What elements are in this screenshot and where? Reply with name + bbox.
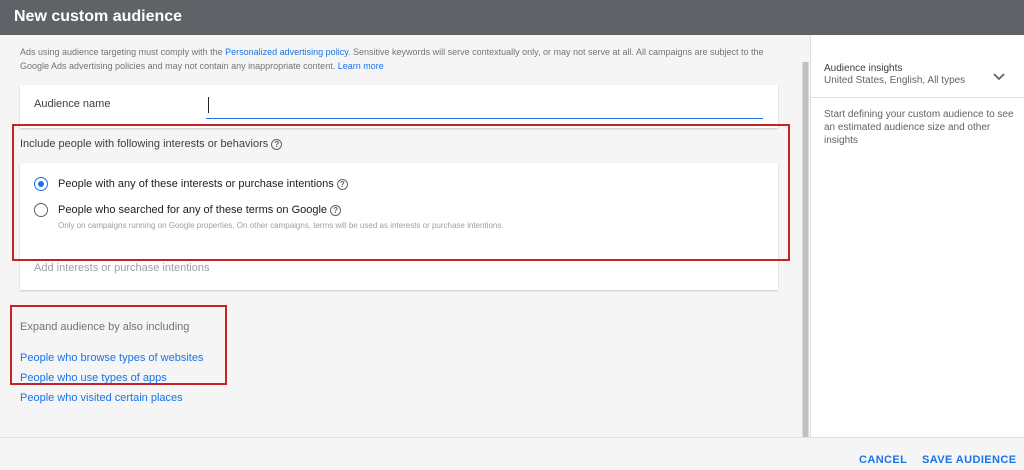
- audience-name-label: Audience name: [34, 98, 111, 110]
- notice-text-1: Ads using audience targeting must comply…: [20, 47, 226, 57]
- highlight-box-interests: [12, 124, 790, 261]
- learn-more-link[interactable]: Learn more: [338, 61, 384, 71]
- cancel-button[interactable]: CANCEL: [859, 454, 907, 466]
- insights-divider: [811, 97, 1024, 98]
- insights-title: Audience insights: [824, 63, 903, 74]
- chevron-down-icon[interactable]: [993, 68, 1005, 86]
- save-audience-button[interactable]: SAVE AUDIENCE: [922, 454, 1016, 466]
- insights-panel: Audience insights United States, English…: [810, 35, 1024, 437]
- audience-name-input[interactable]: [206, 95, 763, 119]
- insights-subtitle: United States, English, All types: [824, 75, 966, 86]
- insights-hint: Start defining your custom audience to s…: [824, 109, 1014, 146]
- policy-link[interactable]: Personalized advertising policy: [225, 47, 348, 57]
- dialog-footer: CANCEL SAVE AUDIENCE: [0, 437, 1024, 470]
- link-visited-places[interactable]: People who visited certain places: [20, 388, 203, 408]
- dialog-title: New custom audience: [14, 8, 183, 25]
- policy-notice: Ads using audience targeting must comply…: [20, 45, 790, 73]
- scrollbar-thumb[interactable]: [803, 62, 808, 437]
- highlight-box-expand-links: [10, 305, 227, 385]
- dialog-titlebar: New custom audience: [0, 0, 1024, 35]
- text-cursor: [208, 97, 209, 113]
- add-interests-input[interactable]: Add interests or purchase intentions: [34, 262, 210, 274]
- audience-name-card: Audience name: [20, 85, 778, 128]
